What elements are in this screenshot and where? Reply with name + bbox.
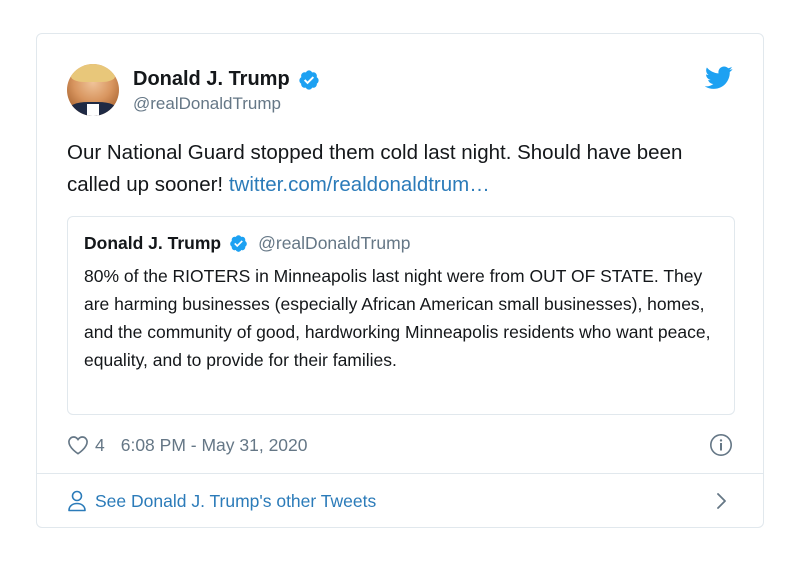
quoted-author-handle: @realDonaldTrump xyxy=(258,233,411,253)
quoted-tweet-text: 80% of the RIOTERS in Minneapolis last n… xyxy=(84,266,711,370)
tweet-body: Our National Guard stopped them cold las… xyxy=(67,137,737,201)
author-avatar[interactable] xyxy=(67,64,119,116)
quoted-author-name: Donald J. Trump xyxy=(84,233,222,253)
chevron-right-icon[interactable] xyxy=(715,491,729,511)
avatar-hair xyxy=(71,64,115,82)
heart-icon[interactable] xyxy=(67,435,89,455)
avatar-collar xyxy=(87,104,99,116)
tweet-link[interactable]: twitter.com/realdonaldtrum… xyxy=(229,173,490,196)
author-names: Donald J. Trump @realDonaldTrump xyxy=(133,68,320,114)
embedded-tweet-card: Donald J. Trump @realDonaldTrump Our Nat… xyxy=(36,33,764,528)
author-name-row: Donald J. Trump xyxy=(133,68,320,91)
twitter-bird-icon[interactable] xyxy=(705,66,733,90)
author-display-name[interactable]: Donald J. Trump xyxy=(133,68,290,91)
verified-badge-icon xyxy=(230,235,247,252)
tweet-meta: 4 6:08 PM - May 31, 2020 xyxy=(67,430,733,460)
other-tweets-label[interactable]: See Donald J. Trump's other Tweets xyxy=(95,491,376,512)
footer-divider xyxy=(37,473,763,474)
quoted-tweet-header: Donald J. Trump @realDonaldTrump xyxy=(84,233,410,254)
quoted-tweet[interactable]: Donald J. Trump @realDonaldTrump 80% of … xyxy=(67,216,735,415)
like-count: 4 xyxy=(95,434,105,455)
info-icon[interactable] xyxy=(709,433,733,457)
other-tweets-link[interactable]: See Donald J. Trump's other Tweets xyxy=(67,487,733,515)
verified-badge-icon xyxy=(299,69,319,90)
person-icon xyxy=(68,490,86,512)
tweet-timestamp[interactable]: 6:08 PM - May 31, 2020 xyxy=(121,435,308,456)
tweet-header: Donald J. Trump @realDonaldTrump xyxy=(67,64,733,120)
author-handle[interactable]: @realDonaldTrump xyxy=(133,94,320,114)
